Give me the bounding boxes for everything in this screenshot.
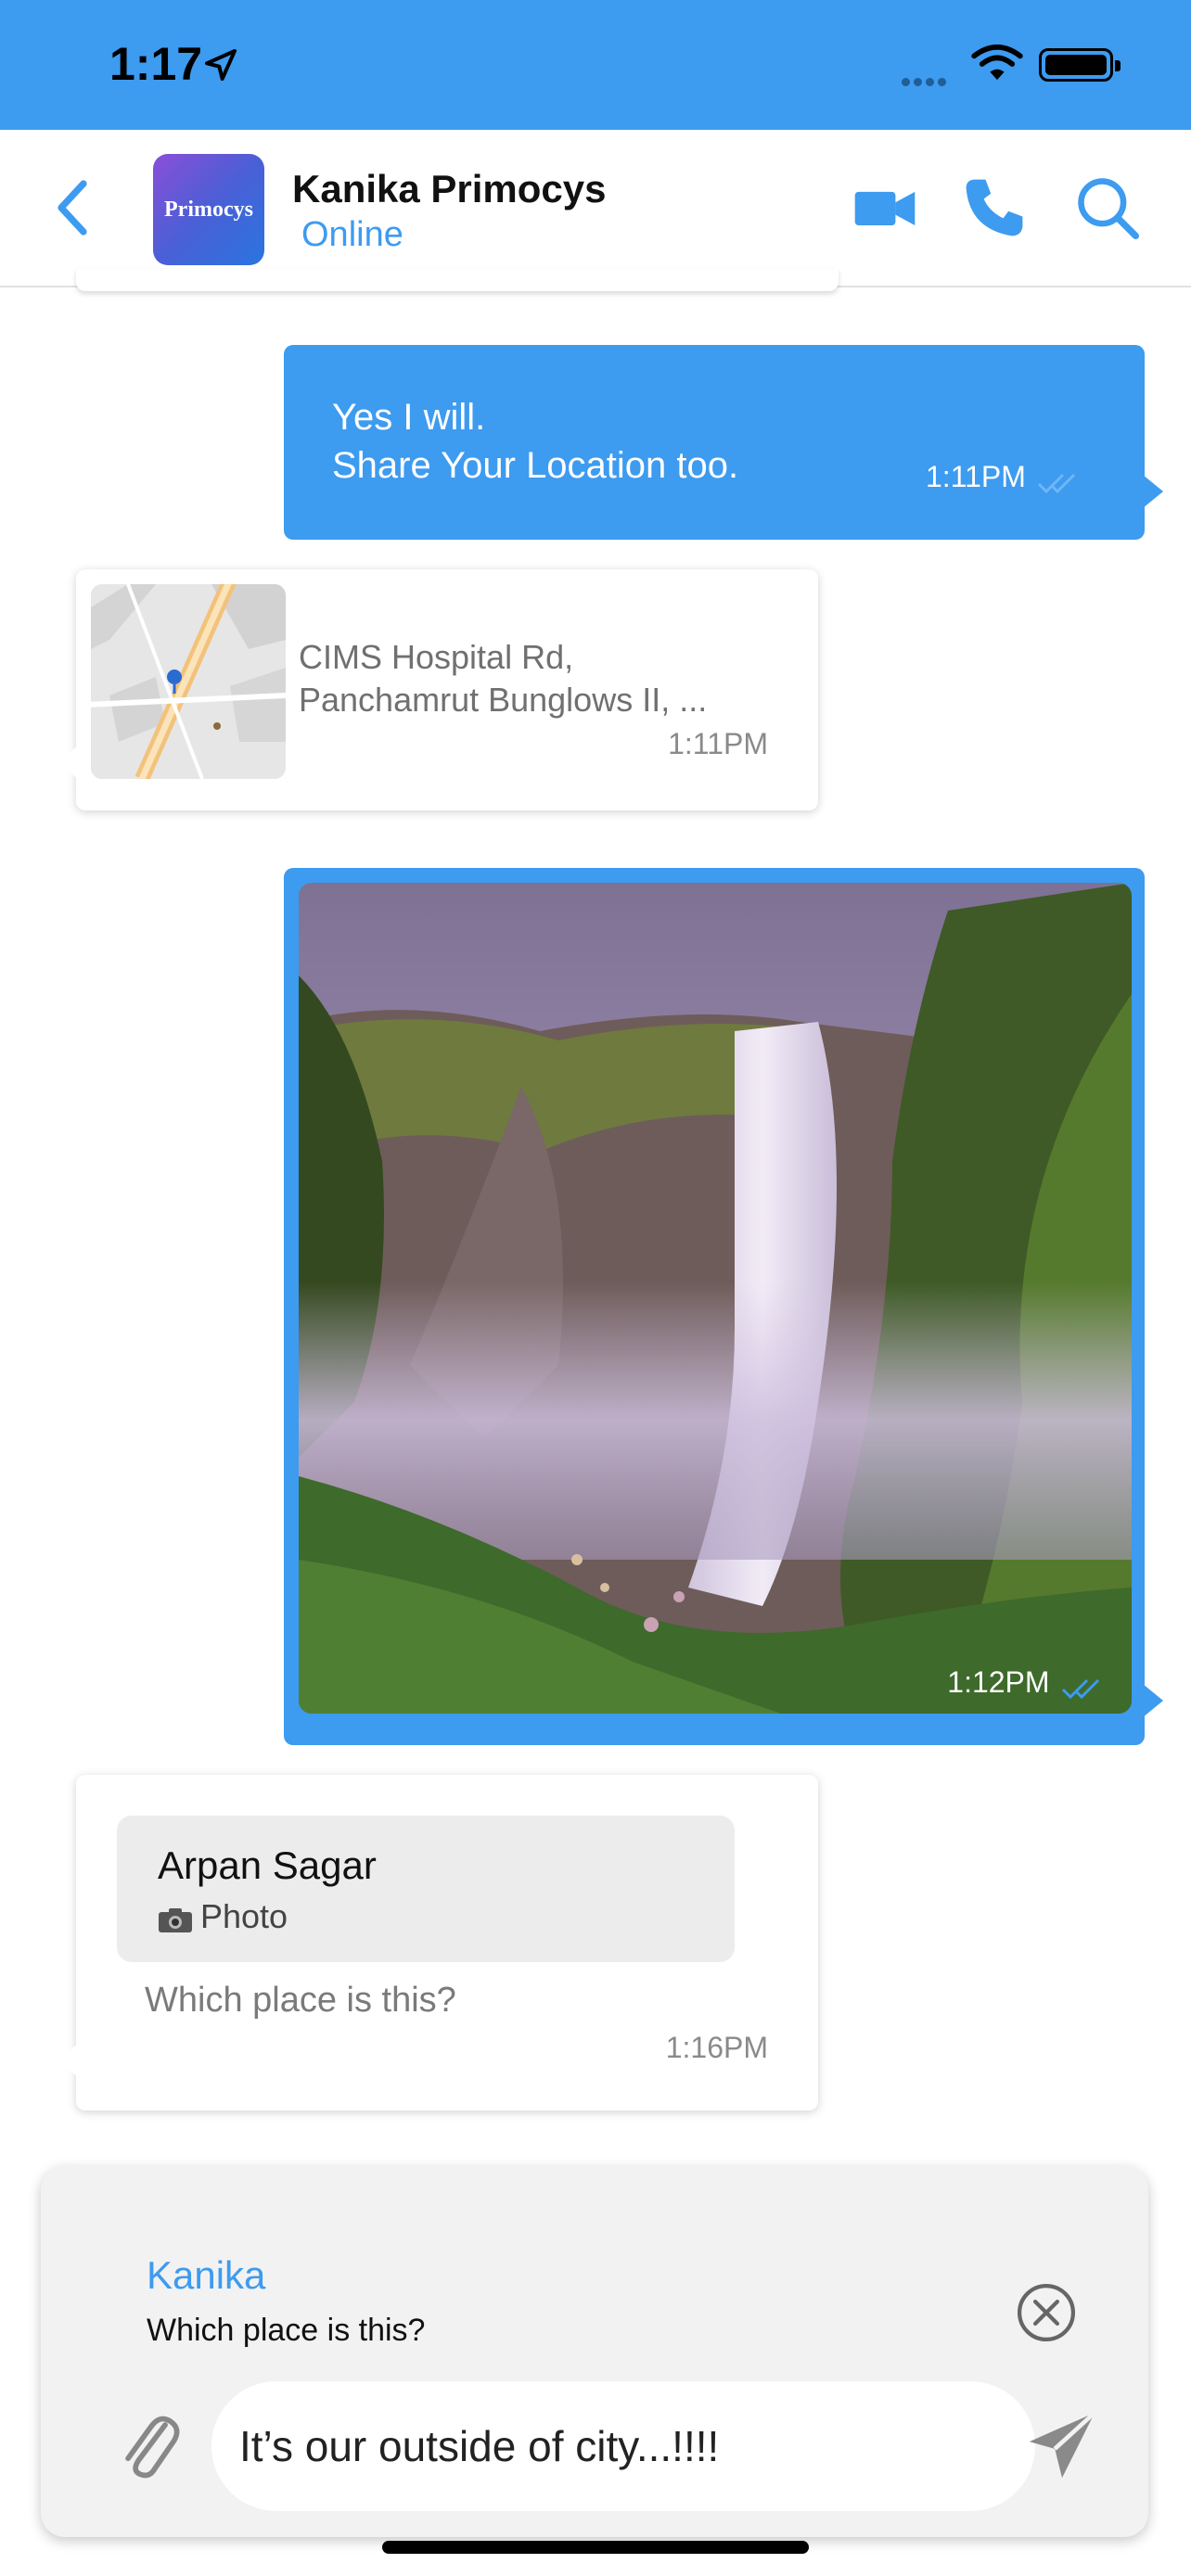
map-thumbnail[interactable] [91,584,286,779]
reply-preview-name: Kanika [147,2253,266,2297]
send-icon[interactable] [1022,2405,1102,2485]
paperclip-icon[interactable] [115,2407,180,2481]
status-bar: 1:17 [0,0,1191,130]
chat-header: Primocys Kanika Primocys Online [0,130,1191,287]
message-composer: Kanika Which place is this? [41,2166,1148,2537]
location-arrow-icon [205,49,237,81]
quoted-label: Photo [200,1897,288,1935]
message-text: Which place is this? [145,1981,456,2020]
location-address-line: CIMS Hospital Rd, [299,638,574,676]
previous-message-edge [76,269,839,291]
search-icon[interactable] [1072,172,1143,243]
double-check-icon [1061,1678,1100,1700]
cellular-signal-icon [902,74,950,91]
phone-icon[interactable] [959,172,1030,243]
avatar[interactable]: Primocys [153,154,264,265]
double-check-icon [1038,473,1076,493]
contact-status: Online [301,215,403,254]
message-time: 1:11PM [668,727,768,760]
shared-photo[interactable]: 1:12PM [299,883,1132,1714]
home-indicator [382,2541,809,2554]
message-text-line: Yes I will. [332,397,486,438]
message-time: 1:12PM [947,1665,1050,1700]
message-bubble-image[interactable]: 1:12PM [284,868,1163,1745]
contact-name[interactable]: Kanika Primocys [292,167,607,211]
wifi-icon [971,45,1023,81]
message-bubble-outgoing[interactable]: Yes I will. Share Your Location too. 1:1… [284,345,1163,540]
battery-icon [1039,48,1121,82]
status-time: 1:17 [109,38,203,90]
quoted-message[interactable]: Arpan Sagar Photo [117,1816,735,1962]
quoted-sender: Arpan Sagar [158,1843,377,1887]
message-time: 1:16PM [665,2031,768,2064]
video-call-icon[interactable] [850,172,920,243]
camera-icon [159,1908,192,1932]
chevron-left-icon[interactable] [54,180,91,236]
location-address-line: Panchamrut Bunglows II, ... [299,681,708,719]
reply-preview-text: Which place is this? [147,2313,426,2348]
close-icon[interactable] [1015,2281,1078,2344]
message-bubble-reply[interactable]: Arpan Sagar Photo Which place is this? 1… [58,1775,818,2111]
message-bubble-location[interactable]: CIMS Hospital Rd, Panchamrut Bunglows II… [58,569,818,810]
message-time: 1:11PM [926,460,1026,493]
message-input[interactable] [211,2381,1035,2511]
message-text-line: Share Your Location too. [332,445,739,486]
